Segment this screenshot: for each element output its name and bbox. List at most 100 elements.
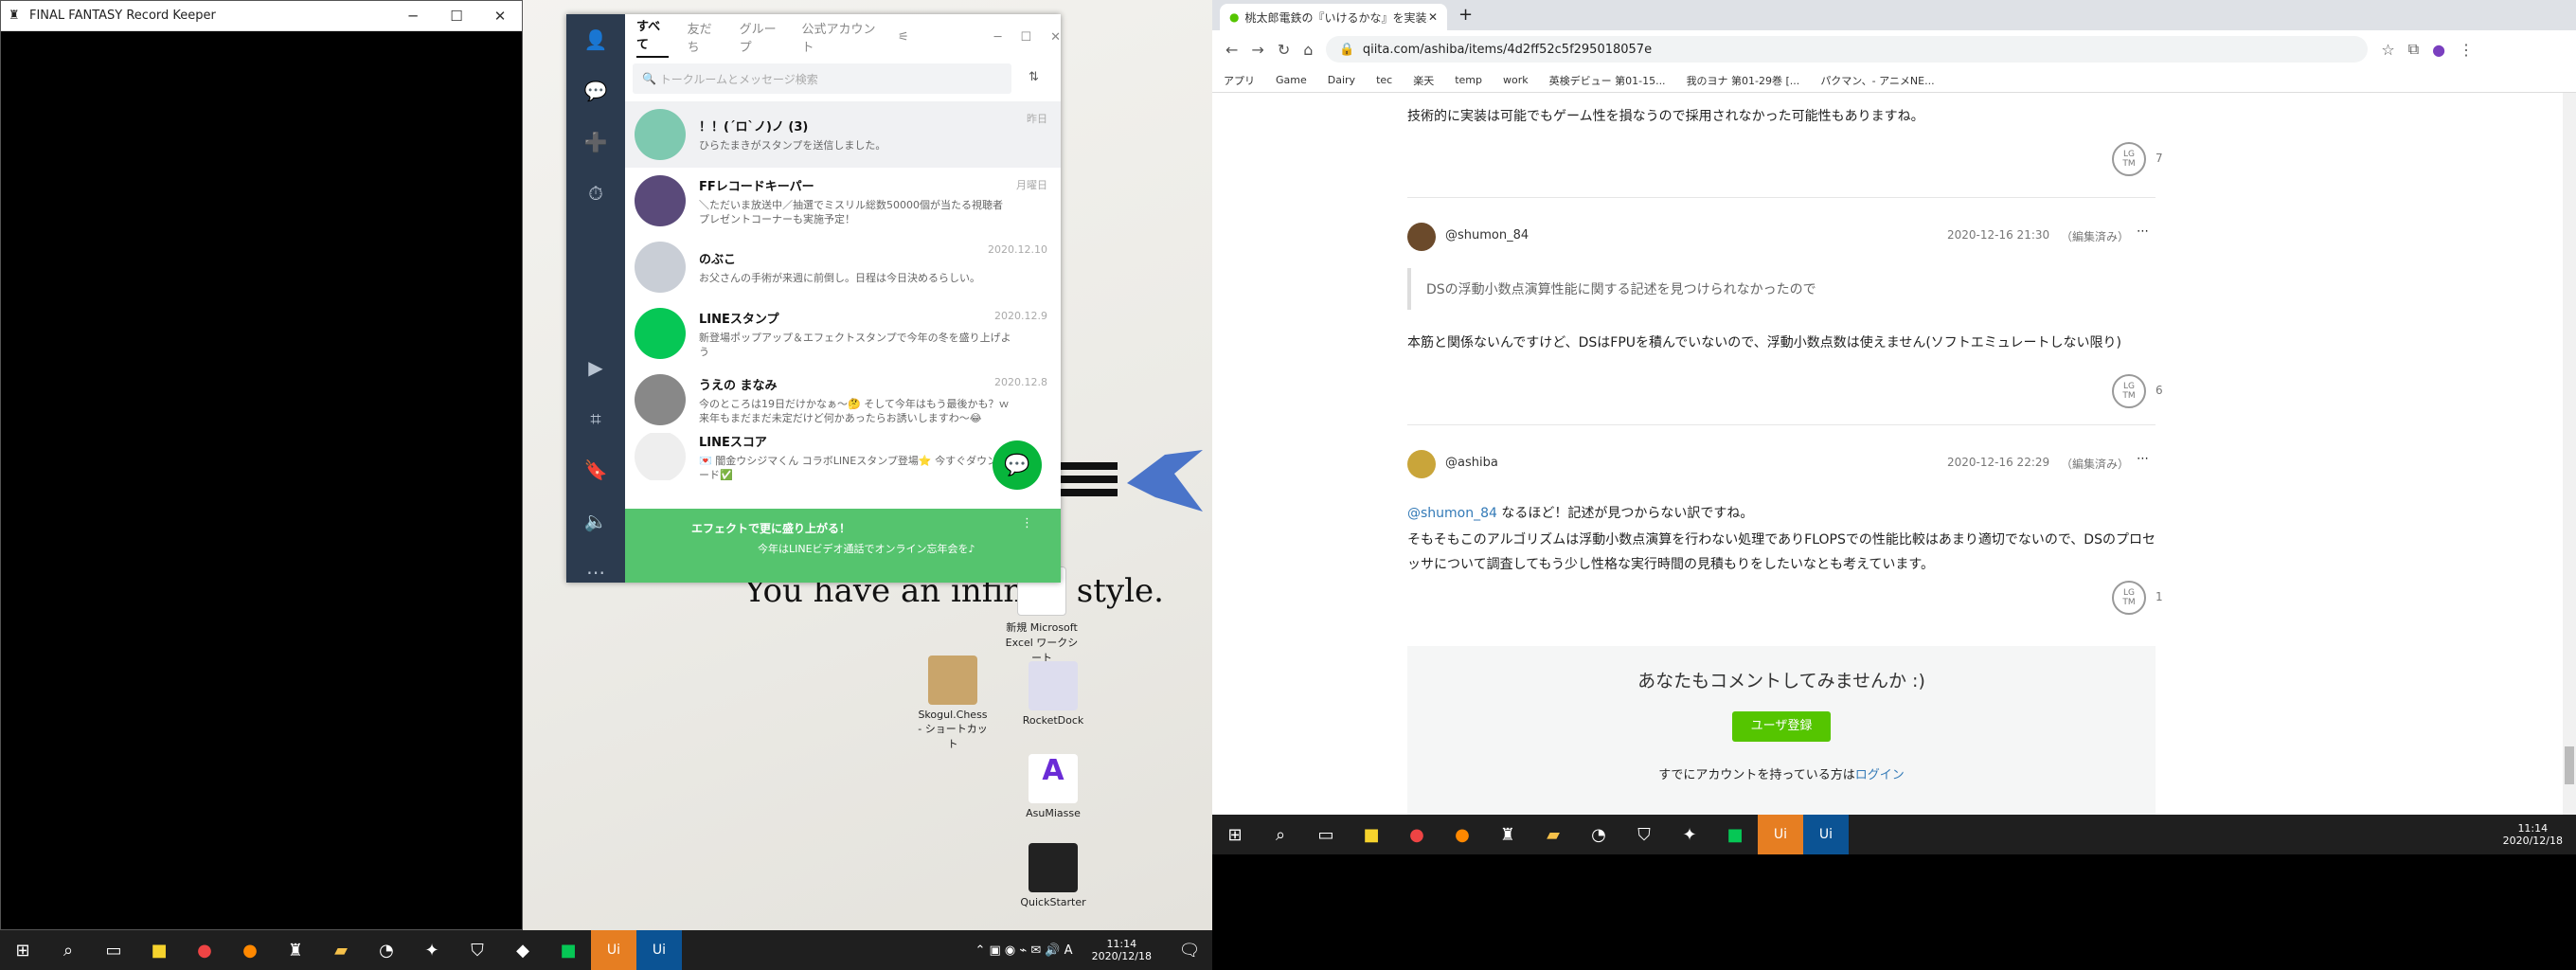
chrome-icon[interactable]: ● [182,930,227,970]
login-link[interactable]: ログイン [1855,768,1905,782]
comment-menu-icon[interactable]: ⋯ [2137,452,2149,466]
line-taskbar-icon[interactable]: ■ [546,930,591,970]
chat-item[interactable]: うえの まなみ 今のところは19日だけかなぁ〜🤔 そして今年はもう最後かも？ｗ 来… [625,367,1061,433]
extensions-icon[interactable]: ⧉ [2408,40,2419,59]
profile-icon[interactable]: ● [2432,41,2445,59]
more-icon[interactable]: ⋯ [566,547,625,598]
task-view-icon[interactable]: ▭ [91,930,136,970]
lgtm-button[interactable]: LG TM [2112,374,2146,408]
chats-icon[interactable]: 💬 [566,65,625,117]
banner-more-icon[interactable]: ⋮ [1021,516,1033,530]
sticky-notes-icon[interactable]: ■ [1349,815,1394,854]
line-close-button[interactable]: ✕ [1050,30,1061,45]
lgtm-button[interactable]: LG TM [2112,581,2146,615]
bookmark-item[interactable]: 我のヨナ 第01-29巻 [... [1687,73,1800,88]
bookmark-item[interactable]: パクマン、- アニメNE... [1820,73,1934,88]
line-search-input[interactable]: 🔍 トークルームとメッセージ検索 [633,63,1011,94]
bookmark-item[interactable]: Game [1276,74,1307,86]
maximize-button[interactable]: ☐ [435,8,478,25]
speaker-icon[interactable]: 🔈 [566,495,625,547]
timeline-icon[interactable]: ⏱ [566,168,625,219]
ffrk-taskbar-icon[interactable]: ♜ [273,930,318,970]
friends-icon[interactable]: 👤 [566,14,625,65]
bookmark-apps[interactable]: アプリ [1224,73,1255,88]
star-icon[interactable]: ☆ [2381,41,2394,59]
line-minimize-button[interactable]: ─ [994,30,1002,45]
shield-icon[interactable]: ⛉ [455,930,500,970]
search-icon[interactable]: ⌕ [1258,815,1303,854]
tab-official[interactable]: 公式アカウント [801,19,879,55]
ffrk-taskbar-icon[interactable]: ♜ [1485,815,1530,854]
reload-icon[interactable]: ↻ [1278,41,1290,59]
bookmark-item[interactable]: 英検デビュー 第01-15... [1549,73,1666,88]
chrome-icon[interactable]: ● [1394,815,1440,854]
game-icon[interactable]: ✦ [1667,815,1712,854]
tray-icons[interactable]: ⌃ ▣ ◉ ⌁ ✉ 🔊 A [975,943,1072,958]
shield-icon[interactable]: ⛉ [1621,815,1667,854]
desktop-icon-rocketdock[interactable]: RocketDock [1015,661,1091,727]
notification-icon[interactable]: 🗨 [1167,930,1212,970]
chat-item[interactable]: ！！(´ロ`ノ)ノ (3) ひらたまきがスタンプを送信しました。 昨日 [625,101,1061,168]
bookmark-item[interactable]: 楽天 [1413,73,1434,88]
tab-groups[interactable]: グループ [740,19,783,55]
uipath-icon[interactable]: Ui [591,930,636,970]
explorer-icon[interactable]: ▰ [318,930,364,970]
desktop-icon-quickstarter[interactable]: QuickStarter [1015,843,1091,908]
close-button[interactable]: ✕ [478,8,522,25]
new-chat-button[interactable]: 💬 [993,440,1042,490]
ffrk-app-icon: ♜ [9,9,20,23]
line-taskbar-icon[interactable]: ■ [1712,815,1758,854]
app-icon[interactable]: ◔ [1576,815,1621,854]
chat-item[interactable]: FFレコードキーパー ＼ただいま放送中／抽選でミスリル総数50000個が当たる視聴… [625,168,1061,234]
firefox-icon[interactable]: ● [227,930,273,970]
lgtm-button[interactable]: LG TM [2112,142,2146,176]
forward-icon[interactable]: → [1251,41,1263,59]
tab-close-icon[interactable]: ✕ [1428,10,1438,24]
clock[interactable]: 11:14 2020/12/18 [2503,822,2563,847]
scrollbar-thumb[interactable] [2565,746,2574,784]
uipath2-icon[interactable]: Ui [636,930,682,970]
firefox-icon[interactable]: ● [1440,815,1485,854]
app2-icon[interactable]: ◆ [500,930,546,970]
minimize-button[interactable]: ─ [391,8,435,25]
browser-tab[interactable]: ● 桃太郎電鉄の『いけるかな』を実装… ✕ [1220,4,1447,30]
signup-button[interactable]: ユーザ登録 [1732,711,1831,742]
bookmark-item[interactable]: Dairy [1328,74,1355,86]
desktop-icon-asumiasse[interactable]: A AsuMiasse [1015,754,1091,819]
tab-all[interactable]: すべて [636,16,669,58]
scrollbar[interactable] [2563,93,2576,815]
task-view-icon[interactable]: ▭ [1303,815,1349,854]
clock[interactable]: 11:14 2020/12/18 [1092,938,1152,962]
chat-item[interactable]: のぶこ お父さんの手術が来週に前倒し。日程は今日決めるらしい。 2020.12.10 [625,234,1061,300]
uipath2-icon[interactable]: Ui [1803,815,1849,854]
back-icon[interactable]: ← [1225,41,1238,59]
uipath-icon[interactable]: Ui [1758,815,1803,854]
sort-icon[interactable]: ⇅ [1029,70,1039,84]
desktop-icon-chess[interactable]: Skogul.Chess - ショートカット [915,656,991,751]
explorer-icon[interactable]: ▰ [1530,815,1576,854]
home-icon[interactable]: ⌂ [1303,41,1313,59]
filter-icon[interactable]: ⚟ [898,30,909,45]
tab-friends[interactable]: 友だち [688,19,721,55]
line-promo-banner[interactable]: エフェクトで更に盛り上がる！ 今年はLINEビデオ通話でオンライン忘年会を♪ ⋮ [625,509,1061,583]
video-icon[interactable]: ▶ [566,342,625,393]
mention-link[interactable]: @shumon_84 [1407,506,1497,521]
bookmark-icon[interactable]: 🔖 [566,444,625,495]
bookmark-item[interactable]: temp [1455,74,1482,86]
start-icon[interactable]: ⊞ [0,930,45,970]
app-icon[interactable]: ◔ [364,930,409,970]
sticky-notes-icon[interactable]: ■ [136,930,182,970]
bookmark-item[interactable]: tec [1376,74,1392,86]
comment-menu-icon[interactable]: ⋯ [2137,225,2149,239]
crop-icon[interactable]: ⌗ [566,393,625,444]
line-maximize-button[interactable]: ☐ [1020,30,1031,45]
address-bar[interactable]: 🔒 qiita.com/ashiba/items/4d2ff52c5f29501… [1326,36,2369,63]
chat-item[interactable]: LINEスタンプ 新登場ポップアップ＆エフェクトスタンプで今年の冬を盛り上げよう 2… [625,300,1061,367]
start-icon[interactable]: ⊞ [1212,815,1258,854]
add-friend-icon[interactable]: ➕ [566,117,625,168]
game-icon[interactable]: ✦ [409,930,455,970]
menu-icon[interactable]: ⋮ [2459,41,2474,59]
new-tab-button[interactable]: + [1447,5,1484,30]
bookmark-item[interactable]: work [1503,74,1529,86]
search-icon[interactable]: ⌕ [45,930,91,970]
